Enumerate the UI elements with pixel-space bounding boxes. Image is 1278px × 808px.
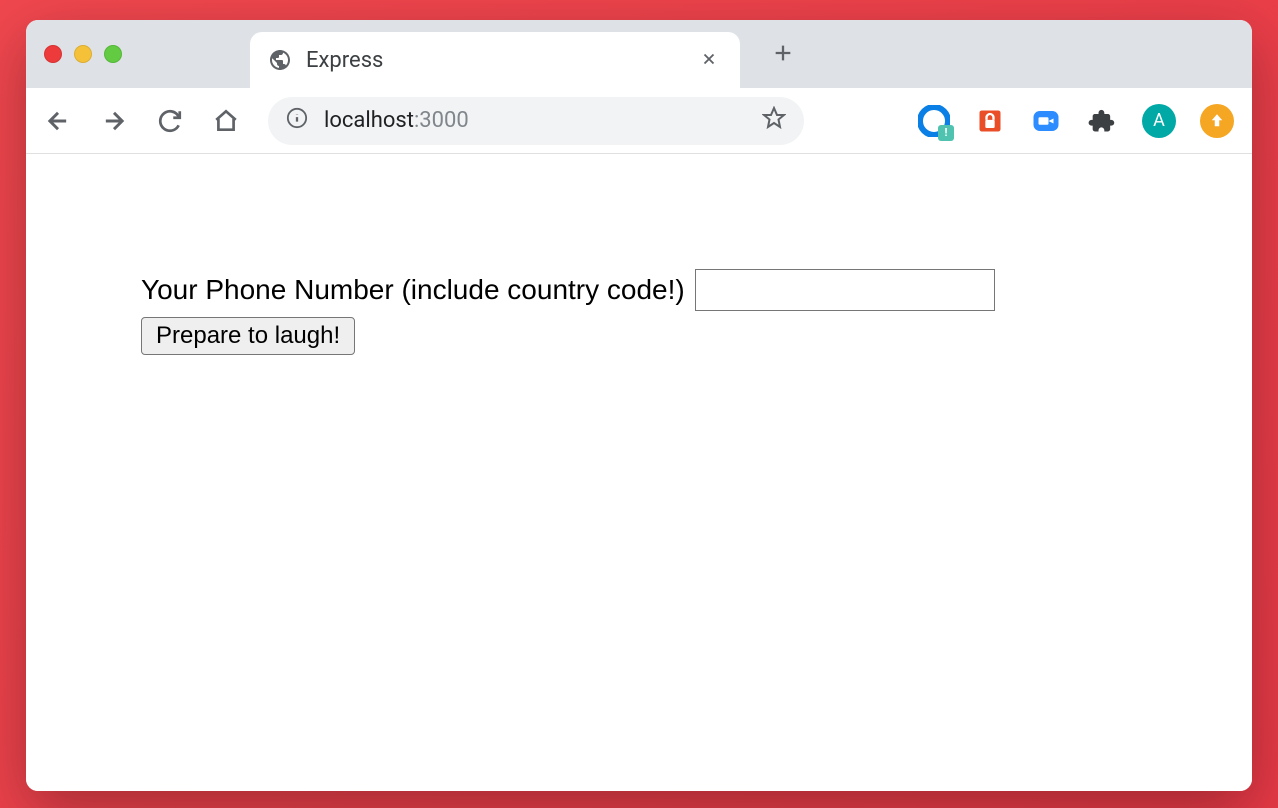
browser-toolbar: localhost:3000 ! A bbox=[26, 88, 1252, 154]
update-icon[interactable] bbox=[1200, 104, 1234, 138]
extensions-row: ! A bbox=[918, 104, 1234, 138]
tab-title: Express bbox=[306, 48, 682, 73]
back-button[interactable] bbox=[44, 107, 72, 135]
bookmark-star-icon[interactable] bbox=[762, 106, 786, 136]
extension-lock-icon[interactable] bbox=[974, 105, 1006, 137]
url-text: localhost:3000 bbox=[324, 108, 469, 133]
address-bar[interactable]: localhost:3000 bbox=[268, 97, 804, 145]
close-window-button[interactable] bbox=[44, 45, 62, 63]
reload-button[interactable] bbox=[156, 107, 184, 135]
close-tab-button[interactable] bbox=[696, 42, 722, 78]
extension-video-icon[interactable] bbox=[1030, 105, 1062, 137]
globe-icon bbox=[268, 48, 292, 72]
phone-label: Your Phone Number (include country code!… bbox=[141, 274, 685, 306]
maximize-window-button[interactable] bbox=[104, 45, 122, 63]
site-info-icon[interactable] bbox=[286, 107, 308, 135]
extension-badge: ! bbox=[938, 125, 954, 141]
avatar-letter: A bbox=[1153, 110, 1165, 131]
new-tab-button[interactable] bbox=[772, 37, 794, 72]
extensions-puzzle-icon[interactable] bbox=[1086, 105, 1118, 137]
phone-input[interactable] bbox=[695, 269, 995, 311]
page-content: Your Phone Number (include country code!… bbox=[26, 154, 1252, 791]
window-controls bbox=[44, 45, 122, 63]
tab-strip: Express bbox=[26, 20, 1252, 88]
url-host: localhost bbox=[324, 108, 414, 133]
extension-circle-icon[interactable]: ! bbox=[918, 105, 950, 137]
url-port: :3000 bbox=[414, 108, 469, 133]
minimize-window-button[interactable] bbox=[74, 45, 92, 63]
forward-button[interactable] bbox=[100, 107, 128, 135]
submit-button[interactable]: Prepare to laugh! bbox=[141, 317, 355, 355]
browser-tab[interactable]: Express bbox=[250, 32, 740, 88]
home-button[interactable] bbox=[212, 107, 240, 135]
phone-form-row: Your Phone Number (include country code!… bbox=[141, 269, 1137, 311]
profile-avatar[interactable]: A bbox=[1142, 104, 1176, 138]
browser-window: Express localhost:3000 bbox=[26, 20, 1252, 791]
